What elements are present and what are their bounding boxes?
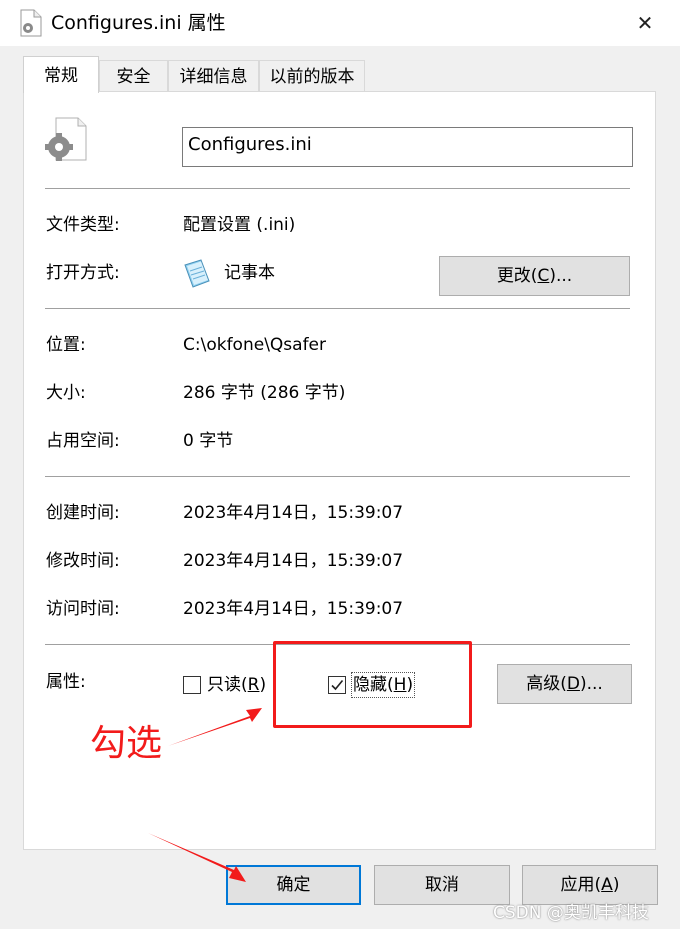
size-label: 大小: [46, 383, 86, 403]
ini-file-icon [44, 116, 88, 162]
accelerator-key: D [566, 674, 580, 694]
attributes-label: 属性: [46, 672, 86, 692]
disk-size-value: 0 字节 [183, 431, 234, 451]
open-with-value: 记事本 [224, 263, 275, 283]
annotation-text: 勾选 [90, 723, 163, 764]
button-label-suffix: )... [549, 266, 573, 286]
accessed-label: 访问时间: [46, 599, 120, 619]
notepad-icon [181, 257, 213, 289]
divider [45, 188, 630, 189]
file-type-label: 文件类型: [46, 215, 120, 235]
accelerator-key: A [601, 875, 613, 895]
divider [45, 308, 630, 309]
settings-file-icon [20, 9, 42, 37]
checkbox-label-suffix: ) [259, 675, 267, 695]
disk-size-label: 占用空间: [46, 431, 120, 451]
divider [45, 476, 630, 477]
location-label: 位置: [46, 335, 86, 355]
cancel-button[interactable]: 取消 [374, 865, 510, 905]
tab-label: 详细信息 [179, 67, 248, 87]
highlight-box [273, 641, 472, 728]
tab-details[interactable]: 详细信息 [168, 60, 259, 92]
open-with-label: 打开方式: [46, 263, 120, 283]
checkbox-label-text: 只读( [207, 675, 248, 695]
accessed-value: 2023年4月14日，15:39:07 [183, 599, 404, 619]
button-label: 应用( [560, 875, 602, 895]
size-value: 286 字节 (286 字节) [183, 383, 346, 403]
modified-label: 修改时间: [46, 551, 120, 571]
close-button[interactable]: ✕ [624, 6, 666, 40]
file-type-value: 配置设置 (.ini) [183, 215, 296, 235]
button-label-suffix: )... [579, 674, 603, 694]
accelerator-key: C [537, 266, 550, 286]
tab-security[interactable]: 安全 [99, 60, 168, 92]
close-icon: ✕ [636, 11, 654, 35]
button-label-suffix: ) [612, 875, 620, 895]
ok-button[interactable]: 确定 [226, 865, 361, 905]
watermark: CSDN @奥凯丰科技 [493, 903, 649, 923]
tab-previous-versions[interactable]: 以前的版本 [259, 60, 365, 92]
button-label: 高级( [526, 674, 567, 694]
created-label: 创建时间: [46, 503, 120, 523]
readonly-checkbox[interactable] [183, 676, 201, 694]
tab-general[interactable]: 常规 [23, 56, 99, 93]
window-title: Configures.ini 属性 [51, 12, 226, 34]
tab-label: 常规 [44, 66, 78, 86]
change-button[interactable]: 更改(C)... [439, 256, 630, 296]
accelerator-key: R [247, 675, 260, 695]
button-label: 取消 [425, 875, 459, 895]
readonly-label[interactable]: 只读(R) [207, 673, 266, 697]
tab-label: 以前的版本 [269, 67, 355, 87]
advanced-button[interactable]: 高级(D)... [497, 664, 632, 704]
modified-value: 2023年4月14日，15:39:07 [183, 551, 404, 571]
tab-label: 安全 [116, 67, 151, 87]
button-label: 更改( [496, 266, 538, 286]
created-value: 2023年4月14日，15:39:07 [183, 503, 404, 523]
button-label: 确定 [276, 875, 311, 895]
location-value: C:\okfone\Qsafer [183, 335, 327, 355]
filename-input[interactable]: Configures.ini [182, 127, 633, 167]
